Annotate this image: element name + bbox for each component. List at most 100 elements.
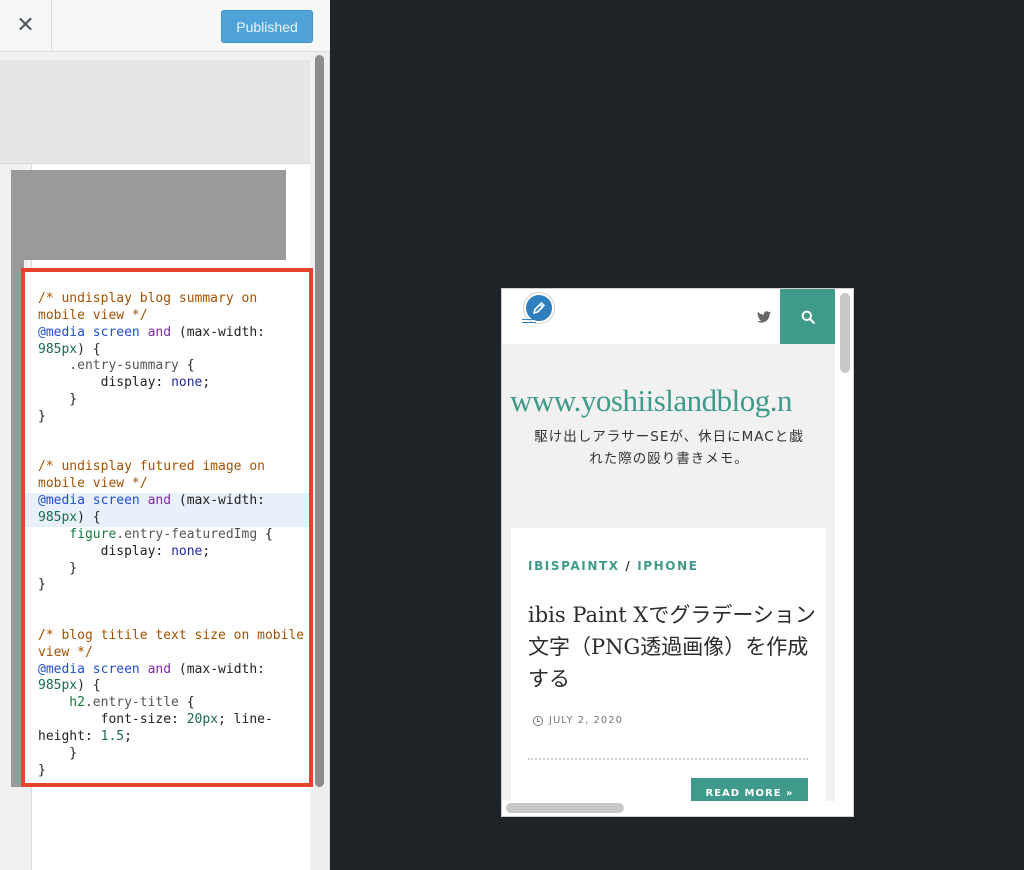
code-token: } [38, 577, 46, 593]
code-token: @media [38, 493, 85, 509]
code-line: @media screen and (max-width: [25, 324, 309, 342]
code-line: height: 1.5; [25, 728, 309, 746]
code-token: /* blog titile text size on mobile [38, 627, 305, 643]
twitter-glyph [757, 311, 771, 323]
code-token: 1.5 [100, 728, 125, 744]
code-token: /* undisplay blog summary on [38, 291, 258, 306]
code-token: mobile view */ [38, 476, 148, 492]
code-token: view */ [38, 644, 93, 660]
sidebar-scrollbar-thumb[interactable] [315, 55, 324, 787]
code-line: 985px) { [25, 678, 309, 695]
code-token: none [171, 375, 203, 391]
code-line: } [25, 577, 309, 594]
search-icon [801, 310, 815, 324]
code-token: ) { [77, 678, 101, 694]
code-line: h2.entry-title { [25, 695, 309, 712]
code-token: ; [202, 375, 211, 391]
post-categories: IBISPAINTX / IPHONE [528, 559, 699, 573]
site-header [502, 289, 835, 344]
code-line: } [25, 745, 309, 763]
preview-horizontal-scrollbar[interactable] [506, 803, 624, 813]
tagline-line-1: 駆け出しアラサーSEが、休日にMACと戯 [534, 429, 804, 445]
code-token: and [147, 324, 172, 340]
code-token: 985px [38, 341, 78, 357]
category-link-ibispaintx[interactable]: IBISPAINTX [528, 559, 620, 573]
tagline-line-2: れた際の殴り書きメモ。 [589, 451, 749, 467]
code-lines: /* undisplay blog summary on mobile view … [25, 291, 309, 780]
category-link-iphone[interactable]: IPHONE [637, 559, 698, 573]
close-button[interactable]: ✕ [0, 0, 52, 52]
code-line: figure.entry-featuredImg { [25, 526, 309, 544]
code-line: display: none; [25, 543, 309, 561]
site-tagline: 駆け出しアラサーSEが、休日にMACと戯 れた際の殴り書きメモ。 [514, 426, 824, 470]
code-token: { [178, 358, 195, 374]
code-line: display: none; [25, 375, 309, 392]
code-line: } [25, 763, 309, 780]
code-line: 985px) { [25, 509, 309, 527]
code-token: } [38, 745, 78, 761]
code-line: /* undisplay futured image on [25, 459, 309, 476]
code-token: /* undisplay futured image on [38, 459, 265, 475]
preview-vertical-scrollbar[interactable] [840, 293, 850, 373]
edit-icon-underline [522, 319, 536, 323]
panel-header [0, 60, 310, 164]
code-token: mobile view */ [38, 307, 148, 323]
post-title[interactable]: ibis Paint Xでグラデーション文字（PNG透過画像）を作成する [528, 599, 818, 695]
code-token: ; [202, 543, 211, 559]
code-token: display: [38, 375, 172, 391]
code-line: } [25, 392, 309, 409]
code-line: @media screen and (max-width: [25, 493, 309, 510]
code-token: @media [38, 324, 85, 340]
code-token: .entry-title [84, 695, 179, 711]
category-separator: / [619, 559, 638, 573]
code-token: } [38, 392, 78, 408]
customizer-header: ✕ Published [0, 0, 330, 52]
code-token: } [38, 408, 46, 424]
code-line: .entry-summary { [25, 358, 309, 375]
post-date: JULY 2, 2020 [549, 715, 623, 726]
code-token: screen [92, 324, 140, 340]
code-token: 985px [38, 509, 78, 525]
code-token: and [147, 493, 172, 509]
post-divider [528, 758, 808, 760]
code-token: } [38, 560, 78, 576]
code-token: @media [38, 661, 85, 677]
code-token: { [257, 526, 273, 542]
code-token: 20px [186, 712, 219, 728]
site-hero: www.yoshiislandblog.n 駆け出しアラサーSEが、休日にMAC… [502, 344, 835, 816]
site-title[interactable]: www.yoshiislandblog.n [510, 383, 850, 419]
code-token: ) { [77, 509, 101, 525]
code-token: display: [38, 543, 172, 559]
code-line: /* blog titile text size on mobile [25, 627, 309, 645]
code-token: none [171, 543, 203, 559]
code-token: height: [38, 728, 101, 744]
post-card: IBISPAINTX / IPHONE ibis Paint Xでグラデーション… [511, 528, 826, 816]
close-icon: ✕ [16, 13, 35, 38]
code-line: } [25, 408, 309, 426]
custom-css-editor[interactable]: /* undisplay blog summary on mobile view … [21, 268, 313, 787]
code-token: h2 [38, 695, 85, 711]
code-token: ) { [77, 341, 101, 357]
code-token: screen [92, 493, 140, 509]
search-button[interactable] [780, 289, 835, 344]
twitter-icon[interactable] [756, 309, 772, 325]
code-token: figure [38, 526, 117, 542]
publish-button[interactable]: Published [221, 10, 313, 43]
code-token: screen [92, 661, 140, 677]
code-token: ; line- [218, 712, 273, 728]
code-token: { [178, 695, 195, 711]
code-line: 985px) { [25, 341, 309, 359]
code-line: /* undisplay blog summary on [25, 291, 309, 308]
code-token: (max-width: [171, 324, 265, 340]
panel-placeholder-block [11, 170, 286, 260]
mobile-preview-frame[interactable]: www.yoshiislandblog.n 駆け出しアラサーSEが、休日にMAC… [501, 288, 854, 817]
